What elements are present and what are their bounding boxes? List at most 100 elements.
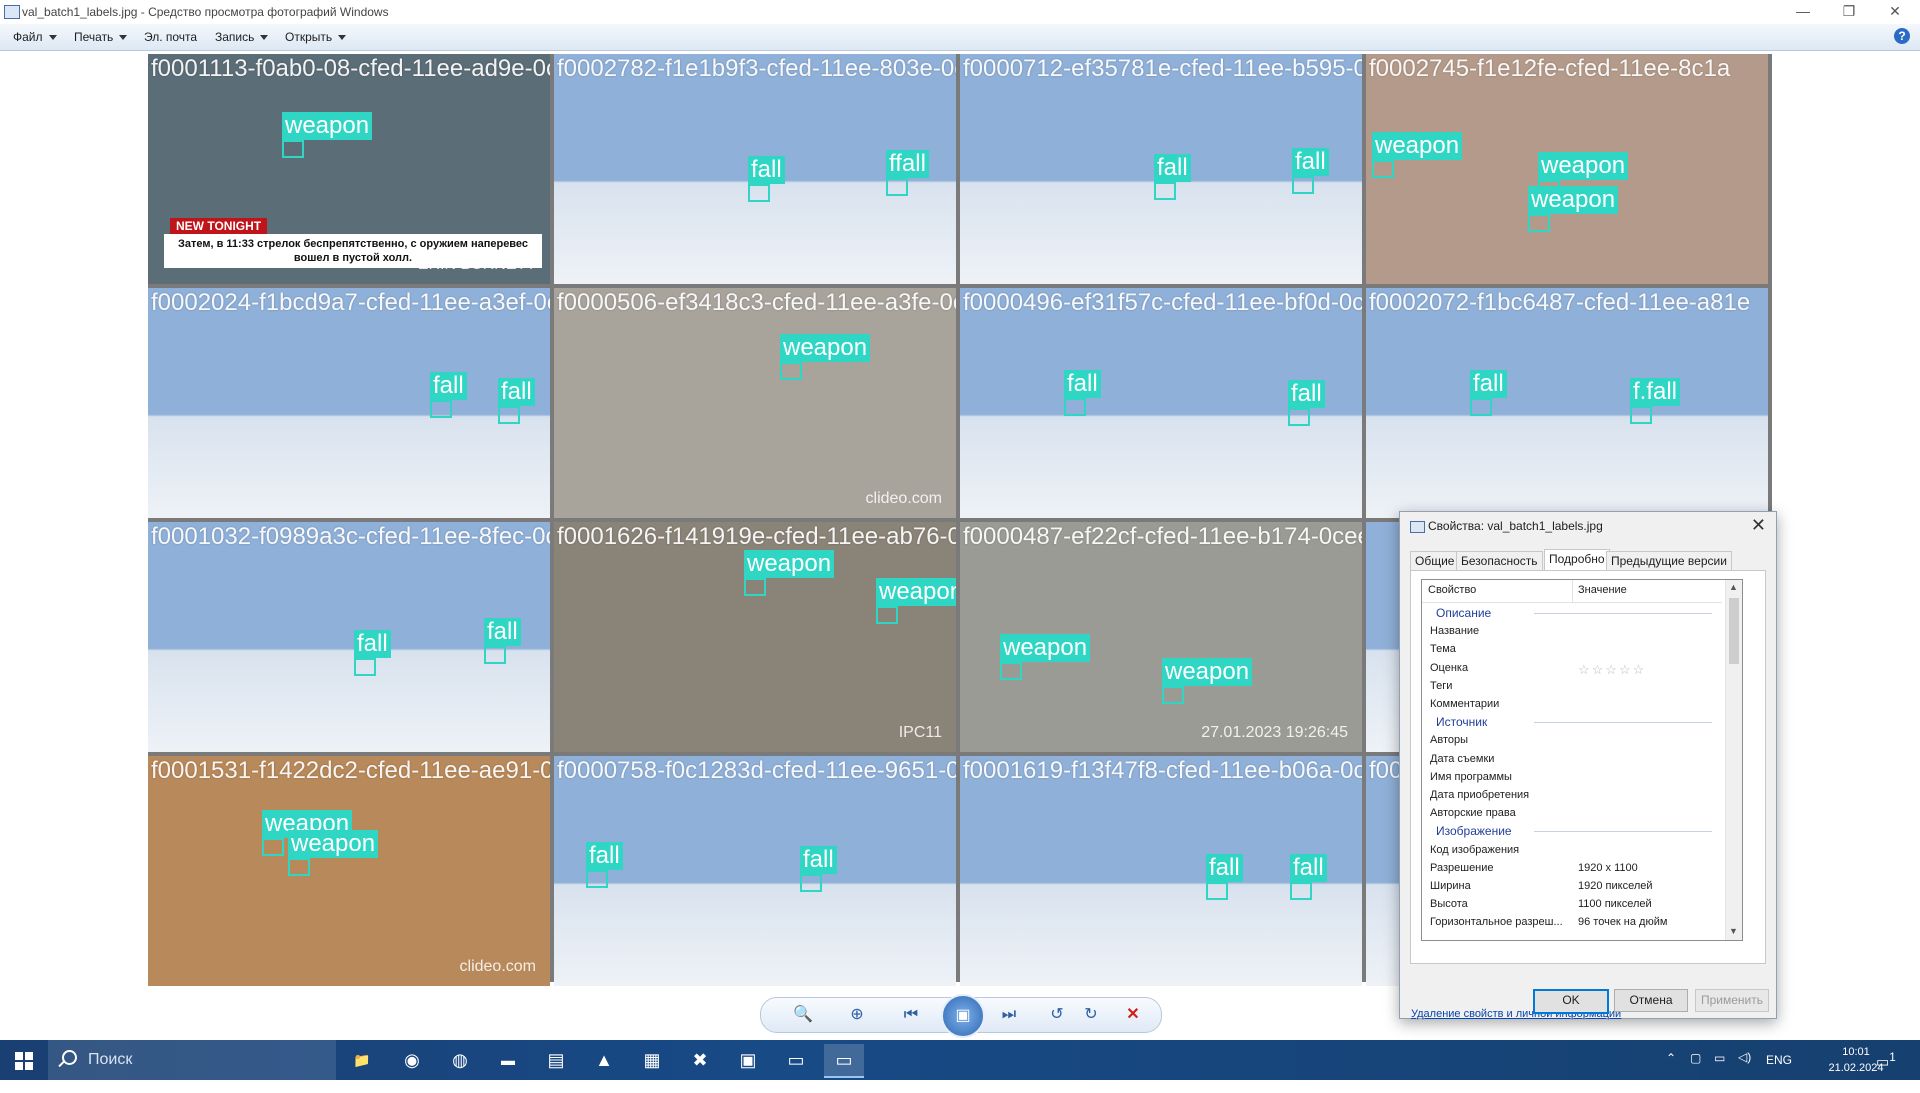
start-button[interactable] bbox=[0, 1040, 48, 1080]
rating-stars[interactable]: ☆☆☆☆☆ bbox=[1578, 662, 1646, 678]
property-group: Источник bbox=[1422, 713, 1722, 731]
property-name: Авторские права bbox=[1430, 807, 1516, 820]
property-row[interactable]: Имя программы bbox=[1422, 768, 1722, 786]
properties-list[interactable]: Свойство Значение Описание Название Тема Оц… bbox=[1421, 579, 1743, 941]
detection-label: f.fall bbox=[1630, 378, 1681, 406]
property-row[interactable]: Авторские права bbox=[1422, 804, 1722, 822]
property-name: Авторы bbox=[1430, 734, 1468, 747]
menu-file[interactable]: Файл bbox=[13, 30, 57, 44]
property-row[interactable]: Название bbox=[1422, 622, 1722, 640]
photo-viewer-app-icon bbox=[4, 5, 20, 19]
close-button[interactable]: ✕ bbox=[1872, 0, 1918, 24]
detection-box bbox=[800, 874, 822, 892]
next-icon[interactable]: ⏭ bbox=[997, 1003, 1021, 1027]
detection-label: weapon bbox=[780, 334, 871, 362]
file-explorer-icon[interactable]: 📁 bbox=[342, 1044, 382, 1076]
property-row[interactable]: Дата съемки bbox=[1422, 750, 1722, 768]
delete-icon[interactable]: ✕ bbox=[1121, 1003, 1145, 1027]
windows-logo-icon bbox=[15, 1062, 23, 1070]
vscode-icon[interactable]: ✖ bbox=[680, 1044, 720, 1076]
tile-filename: f00 bbox=[1369, 757, 1403, 784]
menu-open[interactable]: Открыть bbox=[285, 30, 347, 44]
column-separator[interactable] bbox=[1572, 580, 1573, 602]
file-icon bbox=[1410, 521, 1425, 533]
menu-file-label: Файл bbox=[13, 30, 43, 44]
help-icon[interactable]: ? bbox=[1894, 28, 1910, 44]
show-hidden-icons-icon[interactable]: ⌃ bbox=[1666, 1051, 1676, 1091]
network-icon[interactable]: ▭ bbox=[1714, 1051, 1725, 1091]
menu-print-label: Печать bbox=[74, 30, 114, 44]
scroll-up-icon[interactable]: ▲ bbox=[1729, 582, 1738, 592]
dialog-close-button[interactable]: ✕ bbox=[1751, 515, 1766, 536]
menu-print[interactable]: Печать bbox=[74, 30, 128, 44]
menu-email[interactable]: Эл. почта bbox=[144, 30, 197, 44]
detection-label: fall bbox=[1292, 148, 1329, 176]
detection-box bbox=[288, 858, 310, 876]
tab-previous-versions[interactable]: Предыдущие версии bbox=[1606, 551, 1732, 570]
menu-bar: Файл Печать Эл. почта Запись Открыть ? bbox=[0, 24, 1920, 51]
detection-label: fall bbox=[1064, 370, 1101, 398]
scroll-thumb[interactable] bbox=[1729, 598, 1739, 664]
taskbar-search-box[interactable]: Поиск bbox=[48, 1040, 336, 1080]
apply-button[interactable]: Применить bbox=[1695, 989, 1769, 1012]
rotate-right-icon[interactable]: ↻ bbox=[1079, 1003, 1103, 1027]
property-row[interactable]: Тема bbox=[1422, 640, 1722, 658]
property-row[interactable]: Ширина 1920 пикселей bbox=[1422, 877, 1722, 895]
tab-general[interactable]: Общие bbox=[1410, 551, 1460, 570]
property-row[interactable]: Авторы bbox=[1422, 731, 1722, 749]
photo-viewer-icon[interactable]: ▭ bbox=[776, 1044, 816, 1076]
slideshow-icon[interactable]: ▣ bbox=[941, 994, 985, 1038]
column-property[interactable]: Свойство bbox=[1428, 584, 1476, 596]
property-row[interactable]: Горизонтальное разреш... 96 точек на дюйм bbox=[1422, 913, 1722, 931]
zoom-icon[interactable]: 🔍 bbox=[791, 1003, 815, 1027]
volume-icon[interactable]: ◁) bbox=[1738, 1050, 1751, 1090]
ok-button[interactable]: OK bbox=[1533, 989, 1609, 1014]
scroll-down-icon[interactable]: ▼ bbox=[1729, 926, 1738, 936]
window-title: val_batch1_labels.jpg - Средство просмот… bbox=[22, 5, 389, 19]
cancel-button[interactable]: Отмена bbox=[1614, 989, 1688, 1012]
property-row[interactable]: Комментарии bbox=[1422, 695, 1722, 713]
properties-scrollbar[interactable]: ▲ ▼ bbox=[1725, 580, 1742, 940]
language-indicator[interactable]: ENG bbox=[1766, 1053, 1792, 1093]
notification-icon[interactable]: ▭1 bbox=[1876, 1051, 1896, 1091]
actual-size-icon[interactable]: ⊕ bbox=[845, 1003, 869, 1027]
detection-box bbox=[484, 646, 506, 664]
property-row[interactable]: Код изображения bbox=[1422, 841, 1722, 859]
vlc-icon[interactable]: ▲ bbox=[584, 1044, 624, 1076]
detection-label: fall bbox=[1470, 370, 1507, 398]
tile-filename: f0000712-ef35781e-cfed-11ee-b595-0cee7c bbox=[963, 55, 1362, 82]
detection-label: fall bbox=[1154, 154, 1191, 182]
tile-watermark: 27.01.2023 19:26:45 bbox=[1201, 724, 1348, 741]
rotate-left-icon[interactable]: ↺ bbox=[1045, 1003, 1069, 1027]
save-disk-icon[interactable]: ▣ bbox=[728, 1044, 768, 1076]
column-value[interactable]: Значение bbox=[1578, 584, 1627, 596]
detection-box bbox=[1206, 882, 1228, 900]
property-row[interactable]: Дата приобретения bbox=[1422, 786, 1722, 804]
terminal-icon[interactable]: ▬ bbox=[488, 1044, 528, 1076]
property-name: Название bbox=[1430, 625, 1480, 638]
firefox-icon[interactable]: ◉ bbox=[392, 1044, 432, 1076]
photo-viewer-active-icon[interactable]: ▭ bbox=[824, 1044, 864, 1078]
restore-button[interactable]: ❐ bbox=[1826, 0, 1872, 24]
calculator-icon[interactable]: ▦ bbox=[632, 1044, 672, 1076]
tab-details[interactable]: Подробно bbox=[1544, 549, 1610, 571]
notepad-icon[interactable]: ▤ bbox=[536, 1044, 576, 1076]
app-icon[interactable]: ◍ bbox=[440, 1044, 480, 1076]
menu-burn[interactable]: Запись bbox=[215, 30, 269, 44]
tab-security[interactable]: Безопасность bbox=[1456, 551, 1543, 570]
property-row[interactable]: Теги bbox=[1422, 677, 1722, 695]
property-row[interactable]: Разрешение 1920 x 1100 bbox=[1422, 859, 1722, 877]
defender-icon[interactable]: ▢ bbox=[1690, 1051, 1701, 1091]
group-divider bbox=[1534, 613, 1712, 614]
detection-label: weapon bbox=[744, 550, 835, 578]
property-row[interactable]: Оценка ☆☆☆☆☆ bbox=[1422, 659, 1722, 677]
detection-box bbox=[744, 578, 766, 596]
previous-icon[interactable]: ⏮ bbox=[899, 1003, 923, 1027]
tile-filename: f0002745-f1e12fe-cfed-11ee-8c1a bbox=[1369, 55, 1731, 82]
mosaic-tile: f0001113-f0ab0-08-cfed-11ee-ad9e-0cee7c w… bbox=[148, 54, 550, 284]
detection-box bbox=[1372, 160, 1394, 178]
detection-box bbox=[1290, 882, 1312, 900]
detection-box bbox=[1528, 214, 1550, 232]
property-row[interactable]: Высота 1100 пикселей bbox=[1422, 895, 1722, 913]
minimize-button[interactable]: — bbox=[1780, 0, 1826, 24]
